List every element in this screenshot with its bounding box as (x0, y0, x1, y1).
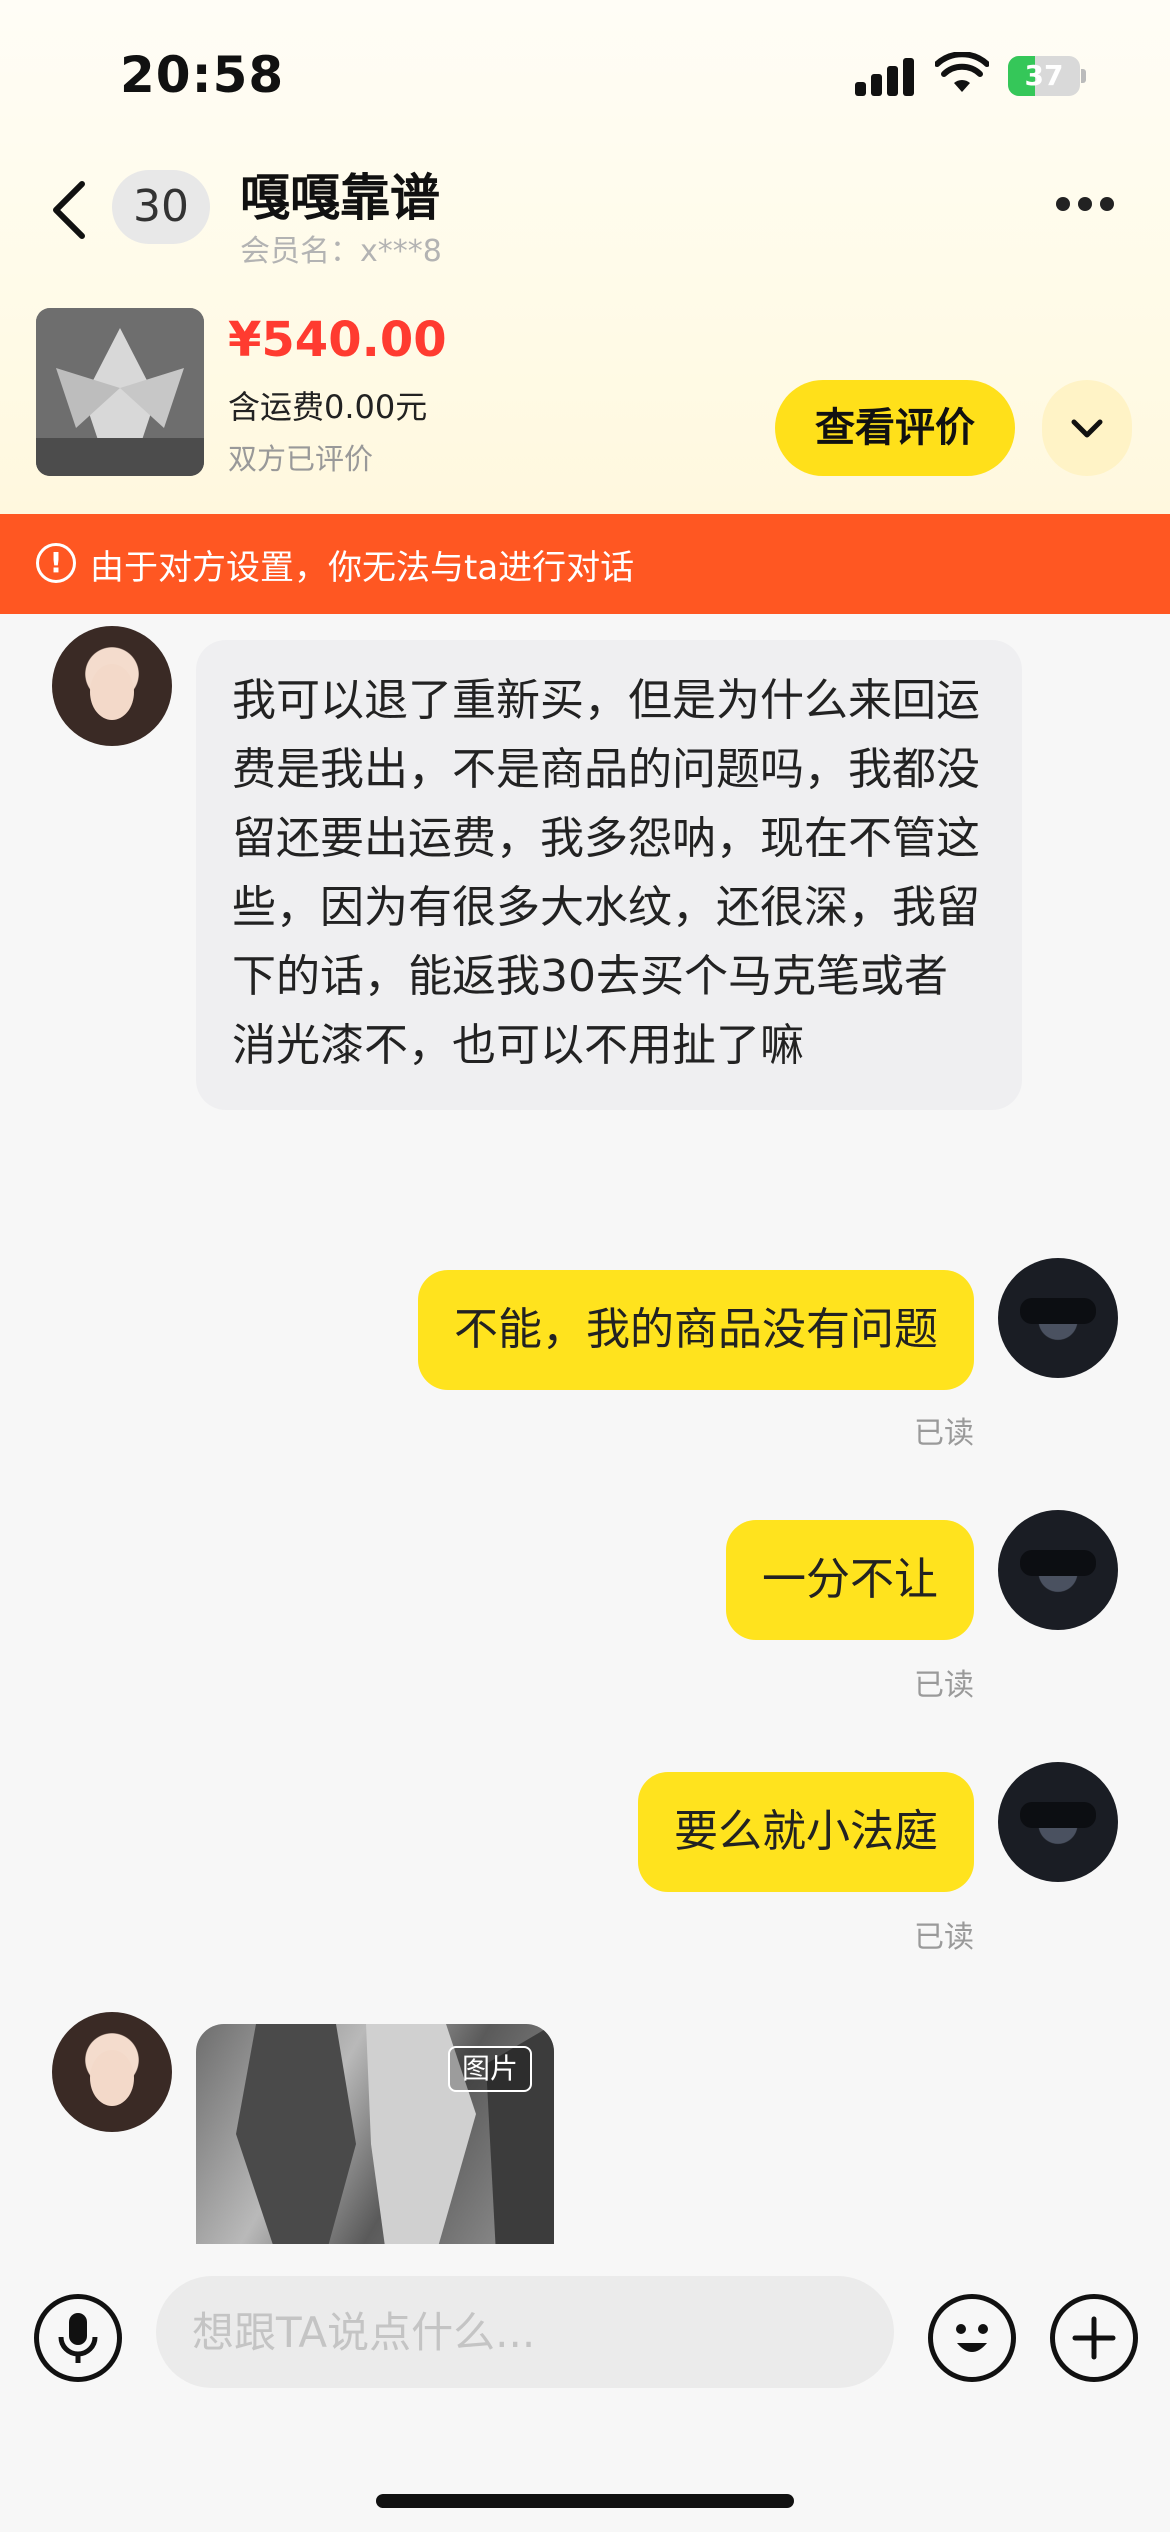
image-tag: 图片 (447, 2046, 532, 2092)
home-indicator (376, 2494, 794, 2508)
chat-header: 30 嘎嘎靠谱 会员名：x***8 (0, 150, 1170, 290)
incoming-message-bubble[interactable]: 我可以退了重新买，但是为什么来回运费是我出，不是商品的问题吗，我都没留还要出运费… (196, 640, 1022, 1110)
read-receipt: 已读 (914, 1920, 974, 1955)
microphone-icon[interactable] (34, 2294, 122, 2382)
cellular-signal-icon (855, 58, 915, 96)
rating-status: 双方已评价 (228, 442, 374, 476)
more-options-button[interactable] (1050, 190, 1120, 220)
chevron-down-icon[interactable] (1042, 380, 1132, 476)
read-receipt: 已读 (914, 1416, 974, 1451)
wifi-icon (935, 52, 989, 92)
contact-avatar[interactable] (52, 2012, 172, 2132)
message-list[interactable]: 我可以退了重新买，但是为什么来回运费是我出，不是商品的问题吗，我都没留还要出运费… (0, 614, 1170, 2244)
outgoing-message-bubble[interactable]: 一分不让 (726, 1520, 974, 1640)
product-card[interactable]: ¥540.00 含运费0.00元 双方已评价 查看评价 (0, 300, 1170, 480)
emoji-icon[interactable] (928, 2294, 1016, 2382)
product-thumbnail[interactable] (36, 308, 204, 476)
member-name: 会员名：x***8 (240, 234, 442, 269)
chat-title[interactable]: 嘎嘎靠谱 (240, 158, 440, 230)
unread-count-badge[interactable]: 30 (112, 170, 210, 244)
shipping-fee: 含运费0.00元 (228, 388, 428, 426)
battery-icon: 37 (1008, 56, 1086, 96)
my-avatar[interactable] (998, 1510, 1118, 1630)
my-avatar[interactable] (998, 1762, 1118, 1882)
image-message[interactable]: 图片 (196, 2024, 554, 2244)
view-review-button[interactable]: 查看评价 (775, 380, 1015, 476)
status-time: 20:58 (120, 46, 285, 104)
contact-avatar[interactable] (52, 626, 172, 746)
outgoing-message-bubble[interactable]: 不能，我的商品没有问题 (418, 1270, 974, 1390)
plus-icon[interactable] (1050, 2294, 1138, 2382)
warning-text: 由于对方设置，你无法与ta进行对话 (90, 548, 635, 588)
alert-icon: ! (36, 543, 76, 583)
status-bar: 20:58 37 (0, 0, 1170, 150)
chat-blocked-banner: ! 由于对方设置，你无法与ta进行对话 (0, 514, 1170, 614)
message-input[interactable] (156, 2276, 894, 2388)
input-bar (0, 2244, 1170, 2532)
battery-percent: 37 (1024, 59, 1064, 92)
back-button[interactable] (40, 170, 100, 250)
read-receipt: 已读 (914, 1668, 974, 1703)
product-price: ¥540.00 (228, 312, 447, 368)
my-avatar[interactable] (998, 1258, 1118, 1378)
outgoing-message-bubble[interactable]: 要么就小法庭 (638, 1772, 974, 1892)
